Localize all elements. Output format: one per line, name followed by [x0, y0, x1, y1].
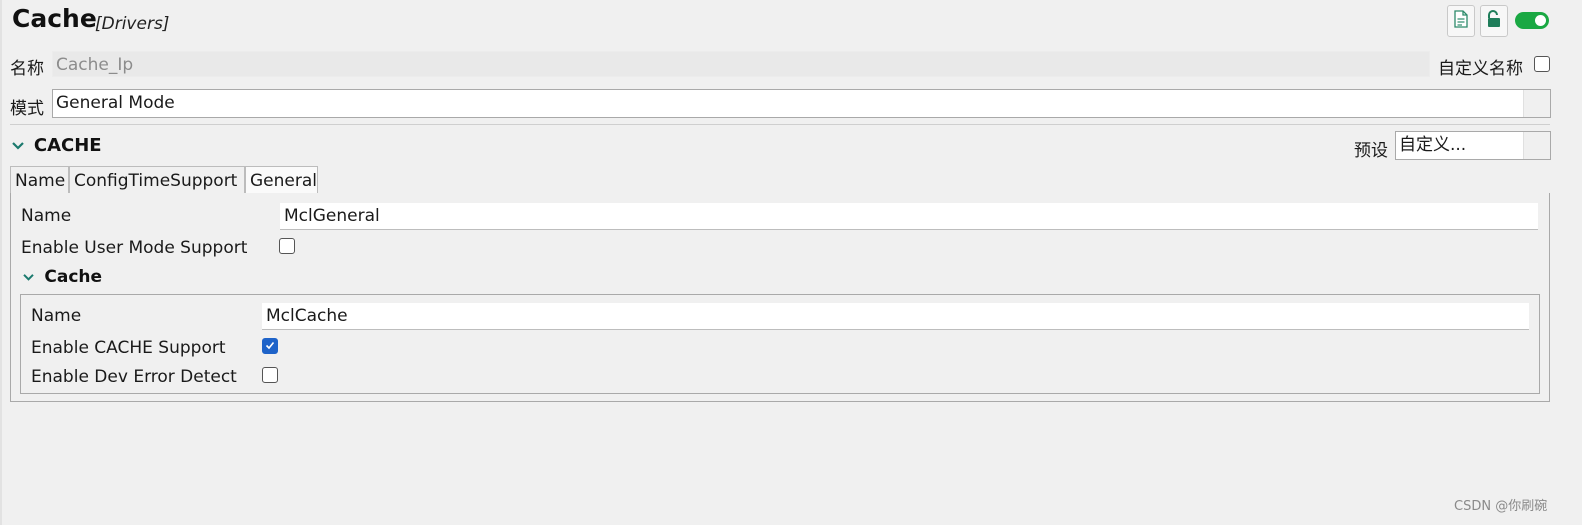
cache-support-checkbox[interactable] [262, 338, 278, 354]
general-name-label: Name [21, 206, 72, 226]
mode-select-value: General Mode [56, 93, 175, 113]
name-label: 名称 [10, 59, 44, 79]
general-name-input[interactable]: MclGeneral [280, 203, 1538, 230]
tab-configtimesupport[interactable]: ConfigTimeSupport [69, 166, 245, 194]
section-title: CACHE [33, 135, 102, 156]
user-mode-checkbox[interactable] [279, 238, 295, 254]
tab-bar: Name ConfigTimeSupport General [10, 166, 1550, 195]
mode-select[interactable]: General Mode [52, 89, 1551, 118]
dev-error-label: Enable Dev Error Detect [31, 367, 237, 387]
cache-group-header[interactable]: Cache [23, 267, 102, 287]
page-subtitle: [Drivers] [95, 14, 170, 34]
cache-name-label: Name [31, 306, 82, 326]
preset-label: 预设 [1354, 141, 1388, 161]
checkmark-icon [264, 341, 276, 354]
cache-name-input[interactable]: MclCache [262, 303, 1529, 330]
toggle-knob [1535, 15, 1546, 26]
preset-select[interactable]: 自定义... [1395, 131, 1551, 160]
lock-button[interactable] [1480, 5, 1508, 37]
tab-general[interactable]: General [245, 166, 318, 194]
document-button[interactable] [1447, 5, 1475, 37]
custom-name-checkbox[interactable] [1534, 56, 1550, 72]
cache-group-title: Cache [44, 267, 103, 287]
chevron-down-icon [12, 139, 29, 155]
chevron-down-icon [23, 267, 39, 287]
page-title: Cache [12, 4, 97, 33]
mode-label: 模式 [10, 99, 44, 119]
user-mode-label: Enable User Mode Support [21, 238, 248, 258]
preset-select-value: 自定义... [1399, 135, 1467, 155]
unlock-icon [1486, 9, 1502, 33]
enable-toggle[interactable] [1515, 12, 1549, 29]
cache-section-header[interactable]: CACHE [12, 135, 102, 156]
window-left-border [0, 0, 2, 525]
dev-error-checkbox[interactable] [262, 367, 278, 383]
divider [10, 124, 1550, 125]
preset-dropdown-button[interactable] [1523, 132, 1550, 159]
watermark: CSDN @你刷碗 [1454, 499, 1548, 514]
name-field: Cache_Ip [52, 51, 1430, 77]
tab-name[interactable]: Name [10, 166, 69, 194]
cache-support-label: Enable CACHE Support [31, 338, 226, 358]
custom-name-label: 自定义名称 [1438, 59, 1523, 79]
document-icon [1454, 9, 1468, 33]
mode-dropdown-button[interactable] [1523, 90, 1550, 117]
